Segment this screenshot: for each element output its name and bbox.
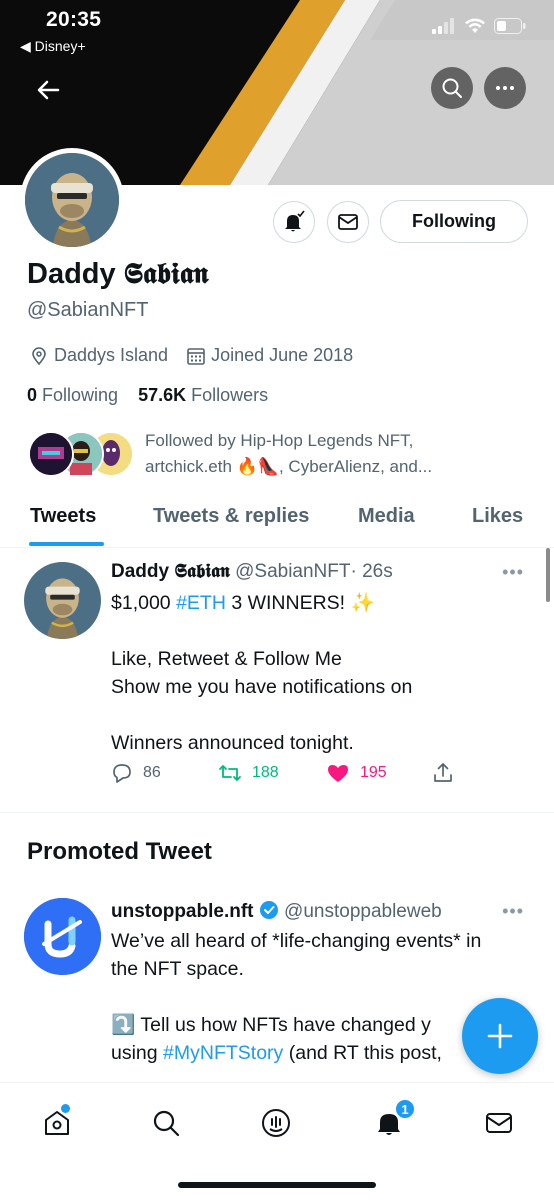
tab-tweets[interactable]: Tweets bbox=[30, 505, 96, 528]
home-unread-dot bbox=[61, 1104, 70, 1113]
verified-badge-icon bbox=[259, 901, 278, 919]
promoted-section-title: Promoted Tweet bbox=[27, 838, 212, 865]
notifications-subscribe-button[interactable] bbox=[273, 201, 315, 243]
more-button[interactable] bbox=[484, 67, 526, 109]
tweet-more-icon[interactable]: ••• bbox=[502, 562, 524, 583]
followed-by-text[interactable]: Followed by Hip-Hop Legends NFT, artchic… bbox=[145, 428, 475, 480]
calendar-icon bbox=[187, 347, 205, 365]
wifi-icon bbox=[465, 18, 485, 33]
reply-count: 86 bbox=[143, 764, 161, 781]
plus-icon bbox=[487, 1023, 513, 1049]
back-button[interactable] bbox=[28, 72, 68, 108]
tweet-time: · 26s bbox=[350, 561, 393, 582]
notifications-badge: 1 bbox=[394, 1098, 416, 1120]
nav-search[interactable] bbox=[148, 1105, 184, 1141]
cellular-signal-icon bbox=[432, 18, 454, 34]
profile-joined: Joined June 2018 bbox=[211, 345, 354, 365]
promoted-more-icon[interactable]: ••• bbox=[502, 901, 524, 922]
reply-icon bbox=[113, 764, 131, 783]
status-time: 20:35 bbox=[46, 8, 102, 31]
back-to-app-link[interactable]: ◀ Disney+ bbox=[20, 38, 86, 55]
compose-tweet-button[interactable] bbox=[462, 998, 538, 1074]
like-count: 195 bbox=[360, 764, 387, 781]
retweet-icon bbox=[219, 765, 241, 781]
nav-spaces[interactable] bbox=[258, 1105, 294, 1141]
hashtag-link[interactable]: #ETH bbox=[176, 592, 226, 614]
follower-avatar bbox=[28, 431, 74, 477]
heart-filled-icon bbox=[328, 765, 348, 782]
profile-name: Daddy 𝕾𝖆𝖇𝖎𝖆𝖓 bbox=[27, 258, 209, 290]
profile-tabs: Tweets Tweets & replies Media Likes bbox=[0, 500, 554, 548]
location-pin-icon bbox=[32, 346, 46, 365]
retweet-button[interactable]: 188 bbox=[218, 762, 279, 784]
tweet-author-name[interactable]: Daddy 𝕾𝖆𝖇𝖎𝖆𝖓 bbox=[111, 561, 230, 582]
followers-link[interactable]: 57.6K Followers bbox=[138, 385, 268, 405]
divider bbox=[0, 812, 554, 813]
promoted-author-name[interactable]: unstoppable.nft bbox=[111, 901, 253, 922]
tweet-actions: 86 188 195 bbox=[111, 762, 461, 790]
retweet-count: 188 bbox=[252, 764, 279, 781]
following-button[interactable]: Following bbox=[380, 200, 528, 243]
battery-icon bbox=[494, 18, 526, 34]
profile-meta: Daddys Island Joined June 2018 bbox=[29, 345, 371, 366]
envelope-icon bbox=[338, 214, 358, 230]
nav-messages[interactable] bbox=[481, 1105, 517, 1141]
more-icon bbox=[496, 86, 514, 90]
promoted-author-handle[interactable]: @unstoppableweb bbox=[284, 901, 442, 922]
follow-counts: 0 Following 57.6K Followers bbox=[27, 385, 268, 406]
followed-by-avatars[interactable] bbox=[28, 431, 138, 481]
messages-icon bbox=[486, 1113, 512, 1133]
tab-likes[interactable]: Likes bbox=[472, 505, 523, 528]
active-tab-indicator bbox=[29, 542, 104, 546]
following-link[interactable]: 0 Following bbox=[27, 385, 118, 405]
promoted-tweet-text: We’ve all heard of *life-changing events… bbox=[111, 930, 482, 1064]
tweet-header: Daddy 𝕾𝖆𝖇𝖎𝖆𝖓 @SabianNFT· 26s bbox=[111, 561, 393, 583]
spaces-icon bbox=[262, 1109, 290, 1137]
promoted-tweet-header: unstoppable.nft @unstoppableweb bbox=[111, 900, 442, 923]
search-icon bbox=[442, 78, 462, 98]
bell-check-icon bbox=[285, 210, 305, 232]
promoted-author-avatar[interactable] bbox=[24, 898, 101, 975]
tweet-text: $1,000 #ETH 3 WINNERS! ✨ Like, Retweet &… bbox=[111, 592, 413, 754]
home-indicator[interactable] bbox=[178, 1182, 376, 1188]
share-button[interactable] bbox=[432, 762, 454, 784]
profile-location: Daddys Island bbox=[54, 345, 169, 365]
arrow-left-icon bbox=[37, 80, 60, 100]
reply-button[interactable]: 86 bbox=[111, 762, 161, 784]
tab-media[interactable]: Media bbox=[358, 505, 415, 528]
status-icons bbox=[432, 18, 526, 34]
message-button[interactable] bbox=[327, 201, 369, 243]
like-button[interactable]: 195 bbox=[326, 762, 387, 784]
profile-handle: @SabianNFT bbox=[27, 299, 149, 321]
profile-avatar[interactable] bbox=[20, 148, 124, 252]
search-button[interactable] bbox=[431, 67, 473, 109]
search-icon bbox=[153, 1110, 180, 1137]
tweet-author-avatar[interactable] bbox=[24, 562, 101, 639]
tweet-author-handle[interactable]: @SabianNFT bbox=[235, 561, 350, 582]
nav-home[interactable] bbox=[39, 1105, 75, 1141]
hashtag-link[interactable]: #MyNFTStory bbox=[163, 1042, 283, 1064]
share-icon bbox=[434, 763, 452, 782]
scrollbar[interactable] bbox=[546, 548, 550, 602]
tab-tweets-replies[interactable]: Tweets & replies bbox=[153, 505, 309, 528]
